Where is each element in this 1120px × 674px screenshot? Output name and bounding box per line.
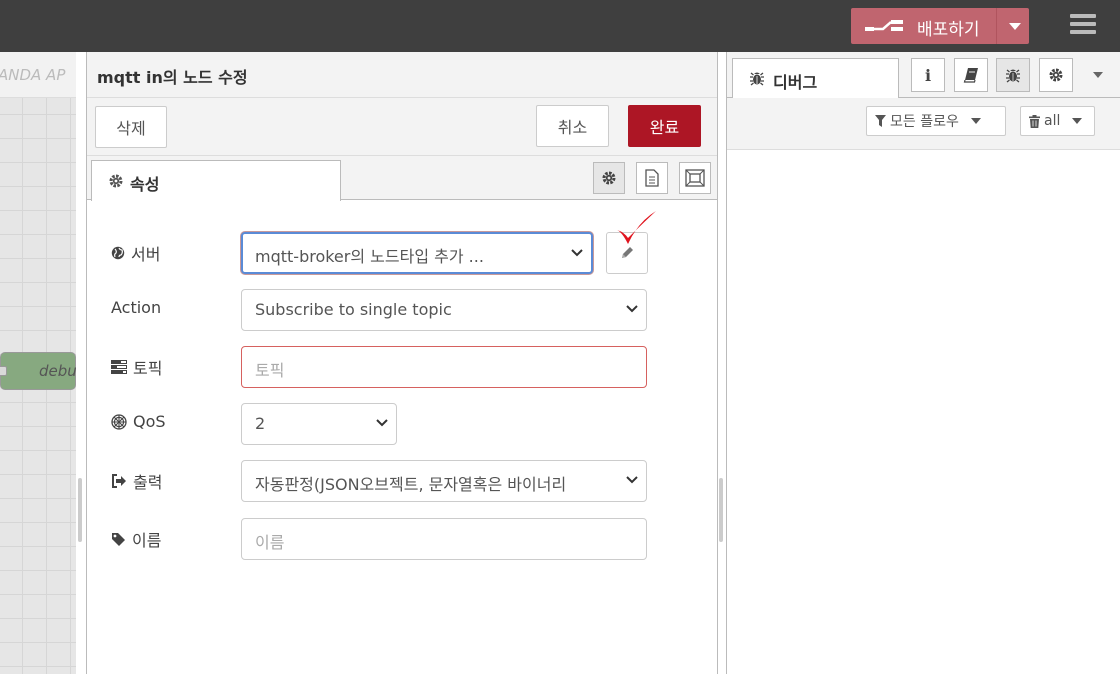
deploy-button[interactable]: 배포하기 <box>851 8 1029 44</box>
sidebar-menu-caret-icon[interactable] <box>1093 72 1103 78</box>
output-label: 출력 <box>111 469 162 493</box>
tab-info[interactable]: i <box>911 58 945 92</box>
topic-input[interactable]: 토픽 <box>241 346 647 388</box>
tasks-icon <box>111 360 127 374</box>
debug-filter-label: 모든 플로우 <box>890 114 959 130</box>
topic-input-placeholder: 토픽 <box>255 361 285 380</box>
done-button[interactable]: 완료 <box>628 105 701 147</box>
globe-icon <box>111 246 125 260</box>
workspace-node-label: debu <box>39 362 76 380</box>
server-select[interactable]: mqtt-broker의 노드타입 추가 ... <box>241 232 593 274</box>
tab-node-settings[interactable] <box>593 162 625 194</box>
action-select[interactable]: Subscribe to single topic <box>241 289 647 331</box>
name-label: 이름 <box>111 527 161 551</box>
delete-button[interactable]: 삭제 <box>95 106 167 148</box>
deploy-menu-caret-icon[interactable] <box>1009 23 1021 30</box>
workspace-flow-tab[interactable]: ANDA AP <box>0 52 76 98</box>
deploy-separator <box>996 8 997 44</box>
qos-select-value: 2 <box>255 414 266 433</box>
chevron-down-icon <box>626 476 638 484</box>
server-label: 서버 <box>111 241 160 265</box>
chevron-down-icon <box>376 419 388 427</box>
appearance-icon <box>685 169 705 187</box>
tray-title-bar: mqtt in의 노드 수정 <box>87 52 717 98</box>
gear-icon <box>602 171 616 185</box>
topic-label: 토픽 <box>111 355 162 379</box>
tab-config[interactable] <box>1039 58 1073 92</box>
action-select-value: Subscribe to single topic <box>255 300 452 319</box>
tab-debug-label: 디버그 <box>773 73 818 92</box>
tab-debug[interactable]: 디버그 <box>732 58 899 99</box>
book-icon <box>963 68 978 83</box>
output-select[interactable]: 자동판정(JSON오브젝트, 문자열혹은 바이너리 <box>241 460 647 502</box>
form-row-output: 출력 자동판정(JSON오브젝트, 문자열혹은 바이너리 <box>87 460 717 502</box>
deploy-icon <box>865 20 903 31</box>
form-row-qos: QoS 2 <box>87 403 717 445</box>
form-row-action: Action Subscribe to single topic <box>87 289 717 331</box>
gear-icon <box>109 174 123 188</box>
workspace-flow-tab-label: ANDA AP <box>0 66 66 84</box>
tab-properties-label: 속성 <box>130 175 160 194</box>
tray-toolbar: 삭제 취소 완료 <box>87 98 717 156</box>
deploy-label: 배포하기 <box>917 20 980 40</box>
chevron-down-icon <box>626 305 638 313</box>
name-input[interactable]: 이름 <box>241 518 647 560</box>
document-icon <box>645 169 659 187</box>
action-label: Action <box>111 298 162 317</box>
main-menu-hamburger-icon[interactable] <box>1070 14 1096 38</box>
sidebar-resize-handle[interactable] <box>719 478 723 542</box>
sign-out-icon <box>112 474 126 488</box>
bug-icon <box>750 72 764 86</box>
cancel-button[interactable]: 취소 <box>536 105 609 147</box>
info-icon: i <box>924 65 932 85</box>
node-input-port[interactable] <box>0 366 7 376</box>
tag-icon <box>112 532 125 546</box>
debug-clear-label: all <box>1044 113 1061 129</box>
form-row-topic: 토픽 토픽 <box>87 346 717 388</box>
sidebar-tabs: 디버그 i <box>727 52 1120 99</box>
tray-title: mqtt in의 노드 수정 <box>97 68 248 87</box>
output-select-value: 자동판정(JSON오브젝트, 문자열혹은 바이너리 <box>255 475 567 494</box>
tab-debug-icon[interactable] <box>996 58 1030 92</box>
tab-appearance[interactable] <box>679 162 711 194</box>
debug-filter-button[interactable]: 모든 플로우 <box>866 106 1006 136</box>
server-select-value: mqtt-broker의 노드타입 추가 ... <box>255 247 484 266</box>
bug-icon <box>1006 69 1020 83</box>
qos-label: QoS <box>111 412 166 431</box>
editor-tabs: 속성 <box>87 156 717 201</box>
chevron-down-icon <box>571 249 583 257</box>
tab-description[interactable] <box>636 162 668 194</box>
debug-toolbar: 모든 플로우 all <box>727 98 1120 150</box>
flow-workspace[interactable]: ANDA AP debu <box>0 52 76 674</box>
filter-icon <box>875 115 886 127</box>
workspace-resize-handle[interactable] <box>78 478 82 542</box>
workspace-debug-node[interactable]: debu <box>0 352 76 390</box>
tab-help[interactable] <box>954 58 988 92</box>
checkmark-icon <box>617 211 656 244</box>
qos-select[interactable]: 2 <box>241 403 397 445</box>
debug-clear-button[interactable]: all <box>1020 106 1095 136</box>
chevron-down-icon <box>970 118 981 124</box>
right-sidebar: 디버그 i 모든 플로우 all <box>726 52 1120 674</box>
trash-icon <box>1029 114 1040 128</box>
name-input-placeholder: 이름 <box>255 533 285 552</box>
chevron-down-icon <box>1072 118 1083 124</box>
form-row-name: 이름 이름 <box>87 518 717 560</box>
header-bar: 배포하기 <box>0 0 1120 52</box>
tab-properties[interactable]: 속성 <box>91 160 341 201</box>
node-edit-tray: mqtt in의 노드 수정 삭제 취소 완료 속성 서버 mqtt-broke… <box>86 52 718 674</box>
empire-icon <box>111 413 127 430</box>
gear-icon <box>1049 68 1063 82</box>
